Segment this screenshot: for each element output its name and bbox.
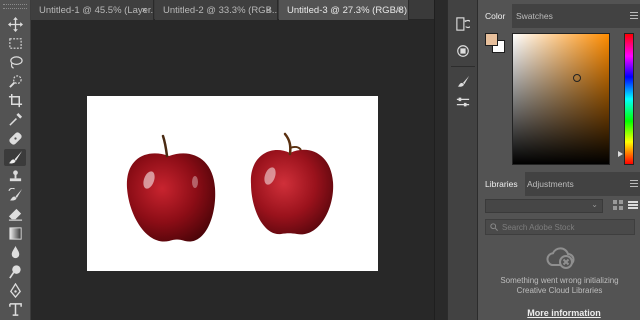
- quick-select-tool-icon[interactable]: [4, 73, 26, 90]
- tools-panel: [0, 0, 31, 320]
- history-brush-tool-icon[interactable]: [4, 187, 26, 204]
- adjustments-sliders-icon[interactable]: [453, 92, 473, 112]
- dodge-tool-icon[interactable]: [4, 263, 26, 280]
- marquee-tool-icon[interactable]: [4, 35, 26, 52]
- eraser-tool-icon[interactable]: [4, 206, 26, 223]
- error-line-2: Creative Cloud Libraries: [516, 286, 603, 295]
- red-apple-left: [126, 134, 216, 242]
- close-icon[interactable]: ×: [397, 5, 402, 15]
- toolbar-grip[interactable]: [3, 4, 27, 9]
- tab-color[interactable]: Color: [478, 4, 513, 28]
- tab-libraries[interactable]: Libraries: [478, 172, 525, 196]
- history-panel-icon[interactable]: [453, 14, 473, 34]
- more-information-link[interactable]: More information: [478, 308, 640, 318]
- tab-swatches[interactable]: Swatches: [509, 4, 560, 28]
- document-canvas[interactable]: [87, 96, 378, 271]
- type-tool-icon[interactable]: [4, 301, 26, 318]
- tab-label: Untitled-2 @ 33.3% (RGB...: [163, 4, 278, 16]
- canvas-scrollbar[interactable]: [434, 0, 447, 320]
- gradient-tool-icon[interactable]: [4, 225, 26, 242]
- pen-tool-icon[interactable]: [4, 282, 26, 299]
- stock-search-field[interactable]: [485, 219, 635, 235]
- move-tool-icon[interactable]: [4, 16, 26, 33]
- cloud-error-icon: [544, 245, 576, 271]
- panel-dock: [447, 0, 477, 320]
- brush-settings-icon[interactable]: [453, 72, 473, 92]
- chevron-down-icon: ⌄: [591, 200, 598, 209]
- libraries-panel-tabs: Libraries Adjustments: [478, 172, 640, 196]
- eyedropper-tool-icon[interactable]: [4, 111, 26, 128]
- list-view-icon[interactable]: [628, 200, 638, 210]
- foreground-color-swatch[interactable]: [485, 33, 498, 46]
- panel-menu-icon[interactable]: [630, 12, 638, 19]
- hue-slider[interactable]: [624, 33, 634, 165]
- color-panel-tabs: Color Swatches: [478, 4, 640, 28]
- hue-slider-marker[interactable]: [618, 151, 623, 157]
- tab-label: Untitled-3 @ 27.3% (RGB/8) *: [287, 4, 409, 16]
- close-icon[interactable]: ×: [142, 5, 147, 15]
- search-icon: [490, 223, 498, 231]
- clone-stamp-tool-icon[interactable]: [4, 168, 26, 185]
- color-picker-cursor[interactable]: [573, 74, 581, 82]
- canvas-area[interactable]: [31, 20, 434, 320]
- healing-brush-tool-icon[interactable]: [4, 130, 26, 147]
- grid-view-icon[interactable]: [613, 200, 623, 210]
- lasso-tool-icon[interactable]: [4, 54, 26, 71]
- library-select[interactable]: ⌄: [485, 199, 603, 213]
- libraries-toolbar: ⌄: [478, 196, 640, 216]
- libraries-error-message: Something went wrong initializing Creati…: [478, 276, 640, 296]
- close-icon[interactable]: ×: [266, 5, 271, 15]
- red-apple-right: [250, 132, 334, 235]
- dock-separator: [451, 66, 475, 67]
- document-tab-bar: Untitled-1 @ 45.5% (Layer... × Untitled-…: [31, 0, 434, 20]
- tab-untitled-1[interactable]: Untitled-1 @ 45.5% (Layer... ×: [31, 0, 154, 20]
- tab-untitled-2[interactable]: Untitled-2 @ 33.3% (RGB... ×: [155, 0, 278, 20]
- properties-panel-icon[interactable]: [453, 41, 473, 61]
- panel-menu-icon[interactable]: [630, 180, 638, 187]
- tab-adjustments[interactable]: Adjustments: [520, 172, 581, 196]
- color-field[interactable]: [512, 33, 610, 165]
- stock-search-input[interactable]: [502, 222, 622, 232]
- tab-label: Untitled-1 @ 45.5% (Layer...: [39, 4, 154, 16]
- brush-tool-icon[interactable]: [4, 149, 26, 166]
- tab-untitled-3[interactable]: Untitled-3 @ 27.3% (RGB/8) * ×: [279, 0, 409, 20]
- error-line-1: Something went wrong initializing: [500, 276, 619, 285]
- right-panels: Color Swatches Libraries Adjustments ⌄ S…: [477, 0, 640, 320]
- crop-tool-icon[interactable]: [4, 92, 26, 109]
- blur-tool-icon[interactable]: [4, 244, 26, 261]
